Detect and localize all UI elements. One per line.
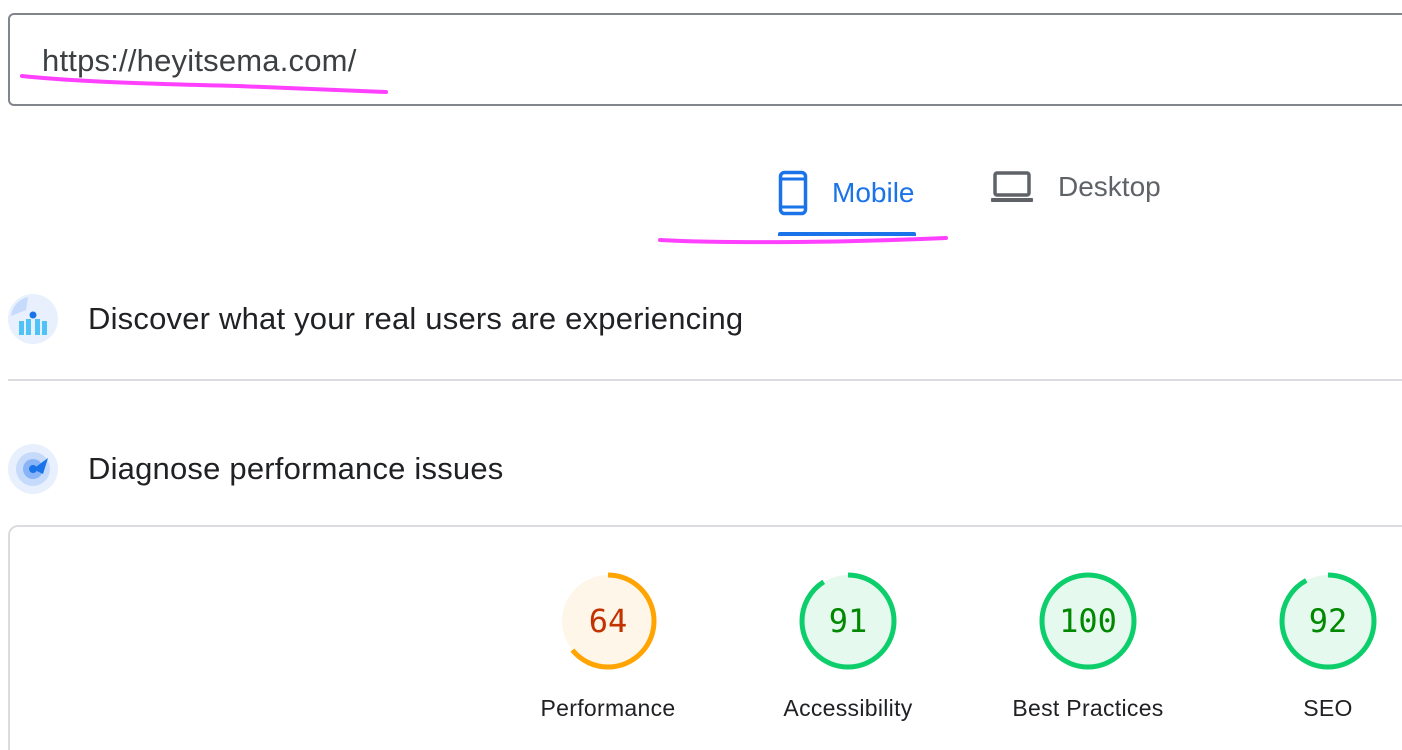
gauge-ring: 100 — [1039, 572, 1137, 670]
score-label: Accessibility — [783, 695, 913, 721]
field-data-title: Discover what your real users are experi… — [88, 301, 744, 336]
gauge-ring: 91 — [799, 572, 897, 670]
field-data-section[interactable]: Discover what your real users are experi… — [8, 294, 743, 344]
report-card — [8, 525, 1402, 750]
score-gauge-best-practices[interactable]: 100 Best Practices — [998, 571, 1178, 722]
score-gauge-accessibility[interactable]: 91 Accessibility — [758, 571, 938, 722]
tab-highlight-annotation — [658, 236, 948, 245]
score-label: Performance — [540, 695, 676, 721]
score-label: SEO — [1303, 695, 1353, 721]
score-label: Best Practices — [1012, 695, 1164, 721]
laptop-icon — [991, 171, 1033, 202]
tab-mobile-label: Mobile — [832, 177, 915, 208]
score-value: 100 — [1059, 602, 1117, 640]
radar-icon — [8, 444, 58, 494]
tab-desktop[interactable]: Desktop — [990, 170, 1161, 204]
score-gauge-seo[interactable]: 92 SEO — [1238, 571, 1402, 722]
score-value: 64 — [589, 602, 628, 640]
section-divider — [8, 379, 1402, 381]
phone-icon — [778, 170, 808, 216]
tab-desktop-label: Desktop — [1058, 171, 1161, 202]
url-highlight-annotation — [20, 74, 388, 94]
gauge-ring: 92 — [1279, 572, 1377, 670]
lab-data-section[interactable]: Diagnose performance issues — [8, 444, 504, 494]
lab-data-title: Diagnose performance issues — [88, 451, 504, 486]
score-gauge-performance[interactable]: 64 Performance — [518, 571, 698, 722]
gauge-ring: 64 — [559, 572, 657, 670]
pagespeed-page: https://heyitsema.com/ Mobile Desktop Di… — [0, 0, 1402, 750]
score-value: 91 — [829, 602, 868, 640]
users-chart-icon — [8, 294, 58, 344]
score-value: 92 — [1309, 602, 1348, 640]
tab-mobile[interactable]: Mobile — [778, 170, 914, 216]
